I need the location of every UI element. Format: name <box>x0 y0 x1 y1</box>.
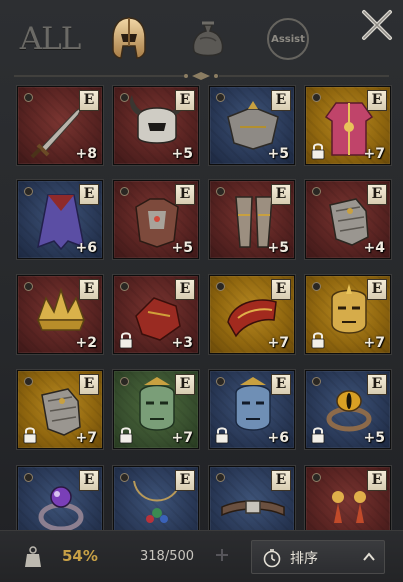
enhance-level: +5 <box>171 240 193 256</box>
lock-icon <box>23 427 37 444</box>
enhance-level: +3 <box>171 335 193 351</box>
equip-badge: E <box>271 374 291 395</box>
equip-badge: E <box>271 184 291 205</box>
item-slot[interactable]: E +5 <box>113 86 199 165</box>
lock-icon <box>311 332 325 349</box>
socket-indicator <box>120 282 129 291</box>
equip-badge: E <box>175 184 195 205</box>
equip-badge: E <box>271 279 291 300</box>
item-slot[interactable]: E +3 <box>113 275 199 354</box>
plus-icon[interactable] <box>214 547 230 563</box>
lock-icon <box>119 427 133 444</box>
item-slot[interactable]: E +6 <box>17 180 103 259</box>
equip-badge: E <box>79 184 99 205</box>
socket-indicator <box>216 473 225 482</box>
item-slot[interactable]: E +7 <box>17 370 103 449</box>
item-slot[interactable]: E +7 <box>305 86 391 165</box>
socket-indicator <box>312 473 321 482</box>
equip-badge: E <box>175 279 195 300</box>
socket-indicator <box>120 377 129 386</box>
equip-badge: E <box>79 279 99 300</box>
enhance-level: +7 <box>171 430 193 446</box>
item-slot[interactable]: E +7 <box>113 370 199 449</box>
equip-badge: E <box>175 470 195 491</box>
item-slot[interactable]: E +5 <box>305 370 391 449</box>
socket-indicator <box>24 282 33 291</box>
enhance-level: +7 <box>363 335 385 351</box>
equip-badge: E <box>79 90 99 111</box>
socket-indicator <box>312 282 321 291</box>
equip-badge: E <box>175 90 195 111</box>
sort-label: 排序 <box>290 551 318 567</box>
weight-icon <box>25 546 41 567</box>
inventory-capacity: 318/500 <box>140 549 195 564</box>
socket-indicator <box>216 282 225 291</box>
socket-indicator <box>120 93 129 102</box>
socket-indicator <box>216 377 225 386</box>
socket-indicator <box>24 377 33 386</box>
enhance-level: +2 <box>75 335 97 351</box>
item-slot[interactable]: E +7 <box>209 275 295 354</box>
equip-badge: E <box>367 184 387 205</box>
socket-indicator <box>312 93 321 102</box>
enhance-level: +7 <box>363 146 385 162</box>
inventory-panel: ALL Assist E +8 E +5 E +5 E +7 E +6 E +5… <box>0 0 403 582</box>
item-slot[interactable]: E +5 <box>209 180 295 259</box>
item-slot[interactable]: E +7 <box>305 275 391 354</box>
enhance-level: +7 <box>267 335 289 351</box>
socket-indicator <box>312 377 321 386</box>
equip-badge: E <box>79 470 99 491</box>
item-slot[interactable]: E +6 <box>209 370 295 449</box>
socket-indicator <box>120 187 129 196</box>
enhance-level: +4 <box>363 240 385 256</box>
lock-icon <box>215 427 229 444</box>
enhance-level: +5 <box>267 240 289 256</box>
stopwatch-icon <box>263 549 281 568</box>
socket-indicator <box>120 473 129 482</box>
enhance-level: +6 <box>75 240 97 256</box>
lock-icon <box>311 143 325 160</box>
chevron-up-icon <box>363 552 375 561</box>
enhance-level: +5 <box>363 430 385 446</box>
equip-badge: E <box>367 374 387 395</box>
enhance-level: +6 <box>267 430 289 446</box>
socket-indicator <box>24 473 33 482</box>
equip-badge: E <box>367 90 387 111</box>
equip-badge: E <box>79 374 99 395</box>
equip-badge: E <box>175 374 195 395</box>
socket-indicator <box>216 93 225 102</box>
enhance-level: +7 <box>75 430 97 446</box>
lock-icon <box>119 332 133 349</box>
item-slot[interactable]: E +4 <box>305 180 391 259</box>
equip-badge: E <box>271 90 291 111</box>
item-slot[interactable]: E +5 <box>113 180 199 259</box>
socket-indicator <box>24 187 33 196</box>
socket-indicator <box>216 187 225 196</box>
enhance-level: +8 <box>75 146 97 162</box>
item-slot[interactable]: E +8 <box>17 86 103 165</box>
equip-badge: E <box>367 279 387 300</box>
item-grid: E +8 E +5 E +5 E +7 E +6 E +5 E +5 E +4 E +2 E +3 E +7 E +7 E +7 E… <box>0 0 403 582</box>
weight-percent: 54% <box>62 547 98 565</box>
socket-indicator <box>312 187 321 196</box>
socket-indicator <box>24 93 33 102</box>
sort-button[interactable]: 排序 <box>251 540 385 574</box>
lock-icon <box>311 427 325 444</box>
equip-badge: E <box>367 470 387 491</box>
equip-badge: E <box>271 470 291 491</box>
enhance-level: +5 <box>171 146 193 162</box>
item-slot[interactable]: E +2 <box>17 275 103 354</box>
enhance-level: +5 <box>267 146 289 162</box>
item-slot[interactable]: E +5 <box>209 86 295 165</box>
